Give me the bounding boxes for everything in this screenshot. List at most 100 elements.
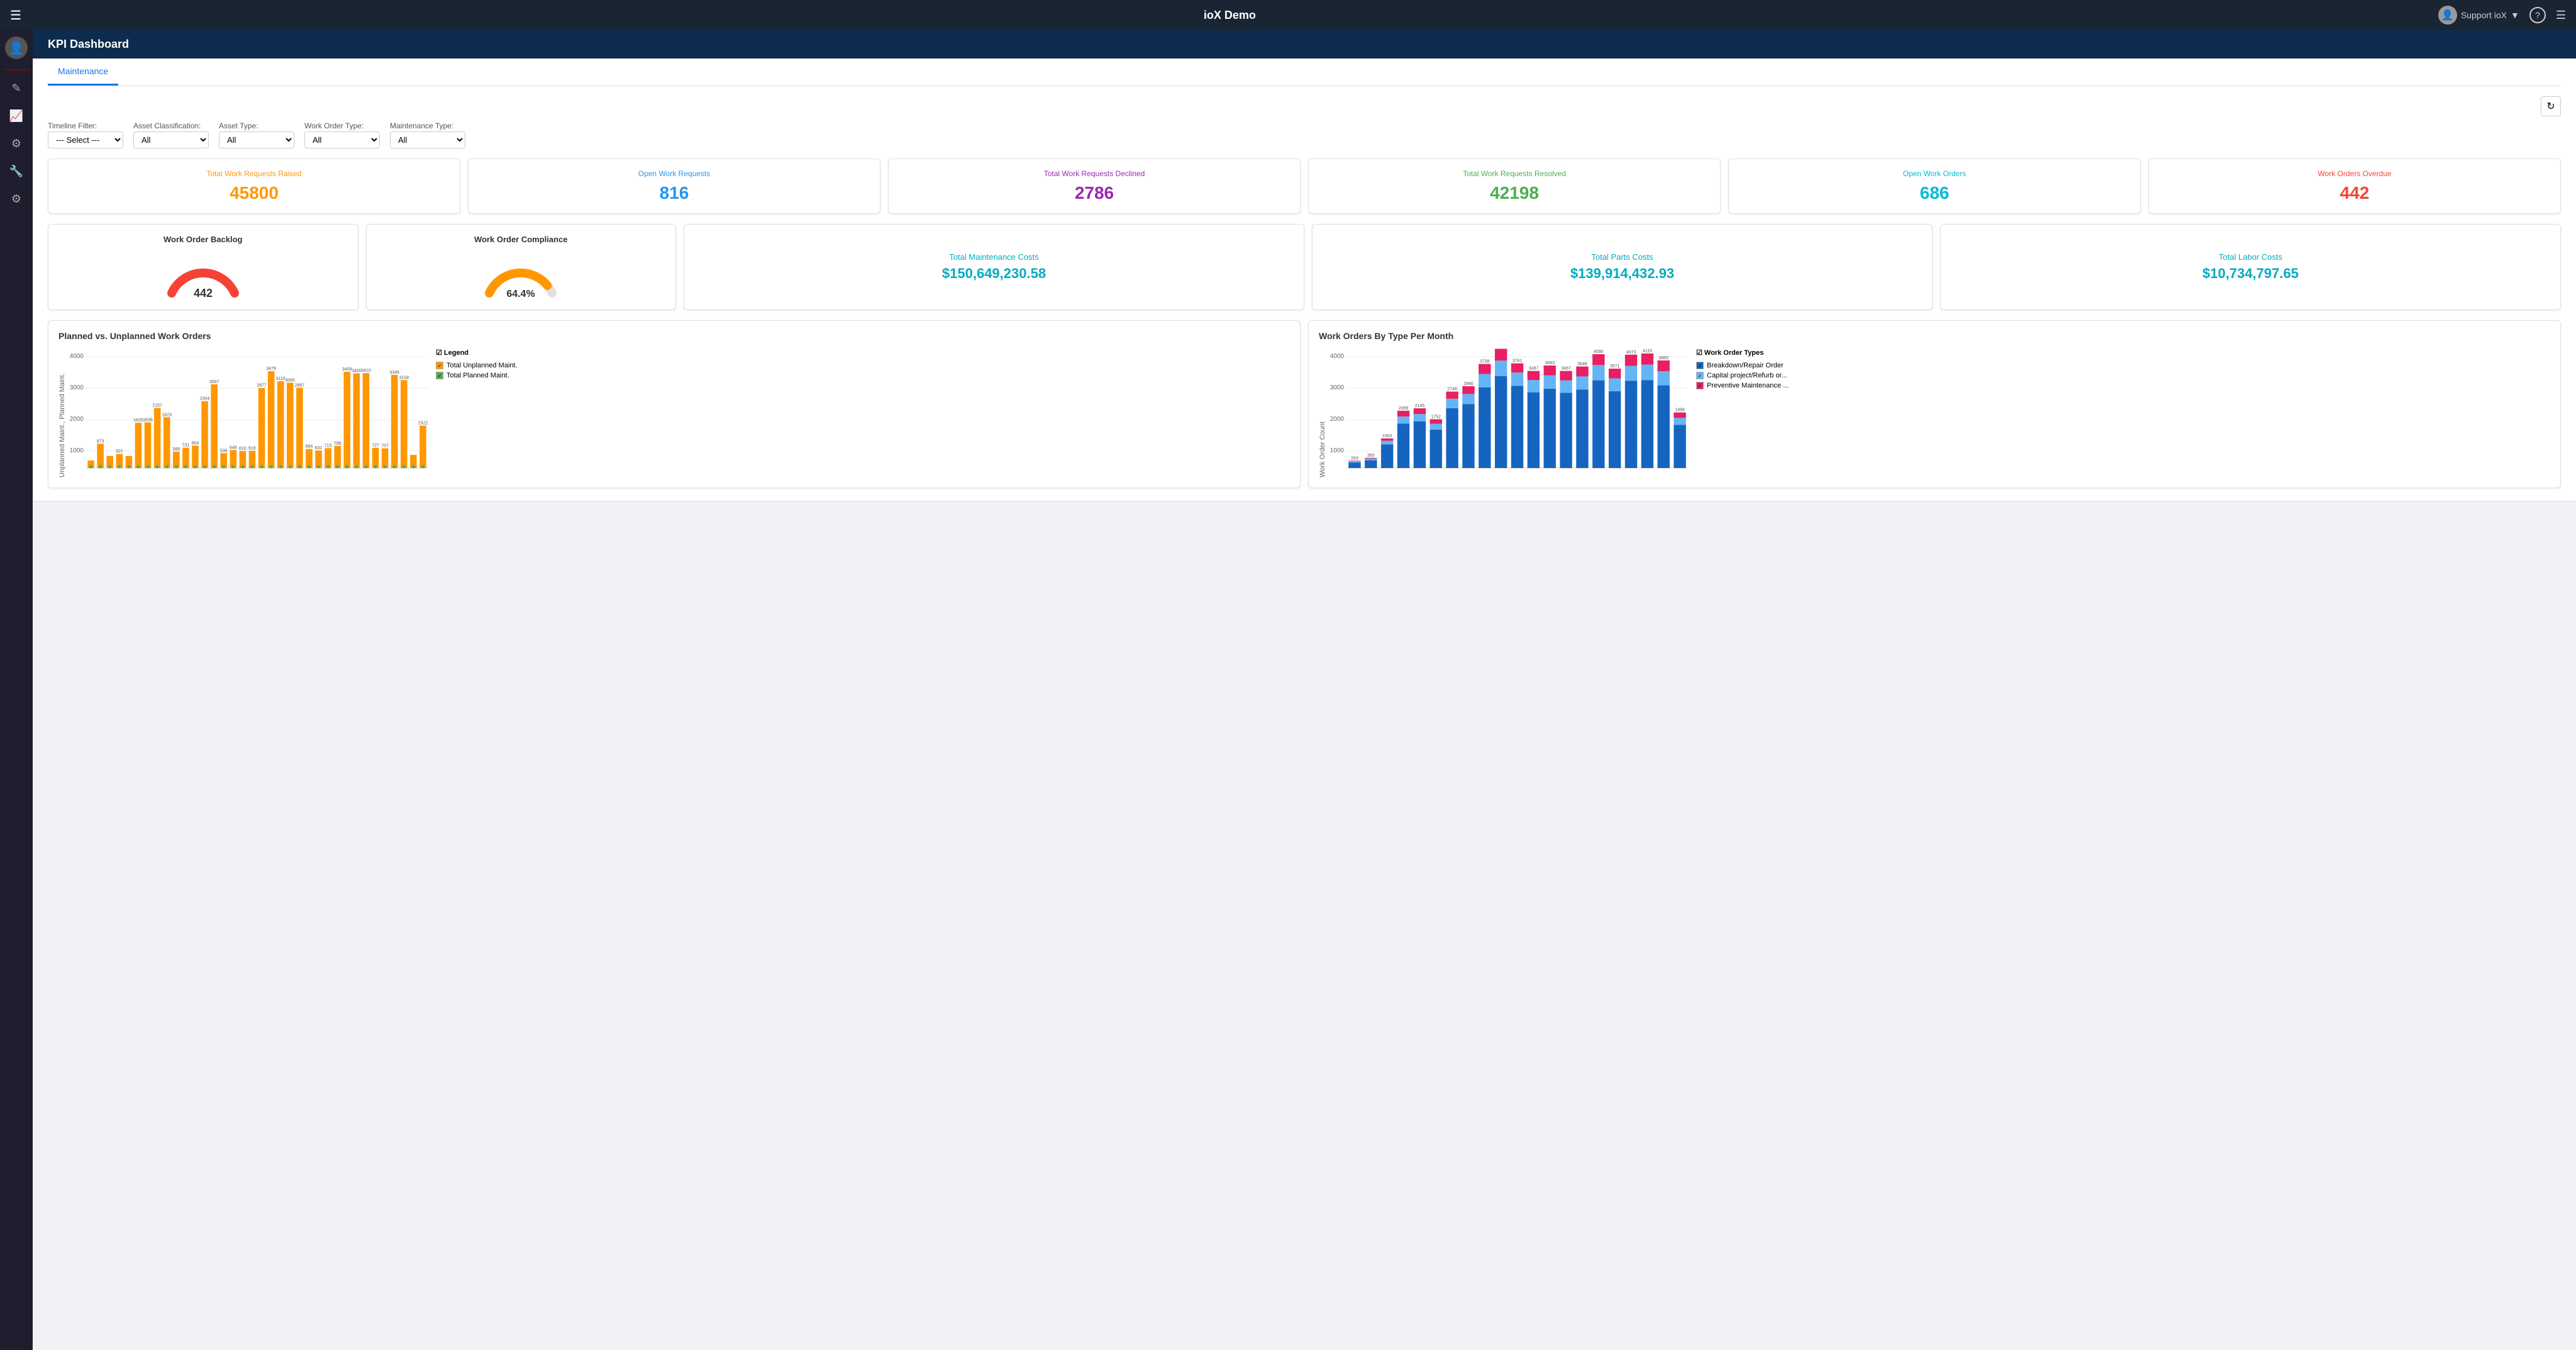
- svg-text:3158: 3158: [399, 376, 409, 380]
- kpi-row1: Total Work Requests Raised 45800 Open Wo…: [48, 159, 2561, 214]
- kpi-card-5: Work Orders Overdue 442: [2148, 159, 2561, 214]
- chart1-bar-unplanned-33: [401, 380, 408, 468]
- svg-text:4000: 4000: [70, 353, 84, 360]
- chart1-dot-planned-26: [336, 466, 339, 469]
- svg-text:727: 727: [372, 443, 379, 448]
- sidebar-item-gear2[interactable]: ⚙: [4, 131, 29, 156]
- sidebar-item-tools[interactable]: 🔧: [4, 159, 29, 184]
- chart1-bar-unplanned-6: [145, 423, 152, 468]
- kpi-value-4: 686: [1736, 183, 2133, 203]
- timeline-filter-select[interactable]: --- Select ---: [48, 131, 123, 148]
- chart1-dot-planned-16: [241, 466, 244, 469]
- refresh-button[interactable]: ↻: [2541, 96, 2561, 116]
- chart1-bar-unplanned-19: [268, 371, 275, 468]
- user-menu[interactable]: 👤 Support ioX ▼: [2438, 6, 2519, 25]
- chart1-dot-planned-18: [260, 466, 264, 469]
- chart1-bar-unplanned-5: [135, 423, 142, 468]
- kpi-label-5: Work Orders Overdue: [2157, 169, 2553, 178]
- legend-item-capital: ✓ Capital project/Refurb or...: [1696, 372, 1789, 379]
- maintenance-cost-value: $150,649,230.58: [942, 265, 1046, 282]
- help-button[interactable]: ?: [2529, 7, 2546, 23]
- svg-text:3738: 3738: [1480, 360, 1490, 364]
- svg-text:536: 536: [220, 449, 228, 453]
- svg-text:804: 804: [192, 441, 199, 445]
- main-content: KPI Dashboard Maintenance ↻ Timeline Fil…: [33, 30, 2576, 1350]
- chart2-area: 4000 3000 2000 1000 26336510632059214517…: [1326, 349, 1691, 477]
- svg-text:3761: 3761: [1513, 359, 1523, 364]
- work-order-type-select[interactable]: All: [304, 131, 380, 148]
- asset-classification-select[interactable]: All: [133, 131, 209, 148]
- page-title: KPI Dashboard: [48, 38, 129, 50]
- work-order-type-filter-group: Work Order Type: All: [304, 121, 380, 148]
- svg-text:731: 731: [182, 443, 190, 448]
- svg-text:3065: 3065: [286, 378, 296, 382]
- chart1-dot-planned-33: [402, 466, 406, 469]
- chart1-dot-planned-13: [213, 466, 216, 469]
- parts-cost-value: $139,914,432.93: [1570, 265, 1674, 282]
- svg-text:4115: 4115: [1643, 349, 1652, 354]
- hamburger-icon[interactable]: ☰: [10, 8, 21, 23]
- chart1-bar-unplanned-23: [306, 449, 313, 468]
- svg-text:263: 263: [1351, 456, 1358, 460]
- chart1-bar-unplanned-7: [154, 408, 161, 468]
- chart1-dot-planned-3: [118, 466, 121, 469]
- kpi-label-4: Open Work Orders: [1736, 169, 2133, 178]
- chart1-dot-planned-10: [184, 466, 187, 469]
- legend-box-planned: ✓: [436, 372, 443, 379]
- legend-label-preventive: Preventive Maintenance ...: [1707, 382, 1789, 389]
- labor-cost-label: Total Labor Costs: [2219, 252, 2282, 262]
- svg-text:3346: 3346: [389, 371, 399, 375]
- svg-text:3115: 3115: [276, 377, 286, 381]
- chart1-dot-planned-30: [374, 466, 377, 469]
- asset-classification-label: Asset Classification:: [133, 121, 209, 130]
- sidebar-item-settings[interactable]: ⚙: [4, 186, 29, 211]
- chart1-svg: 4000 3000 2000 1000 8735071625163821: [66, 349, 431, 474]
- legend-item-unplanned: ✓ Total Unplanned Maint.: [436, 362, 518, 369]
- sidebar-divider: [4, 69, 29, 70]
- maintenance-type-filter-group: Maintenance Type: All: [390, 121, 465, 148]
- chart1-dot-planned-25: [326, 466, 330, 469]
- svg-text:3683: 3683: [1545, 361, 1555, 365]
- chart1-bar-unplanned-8: [164, 417, 170, 468]
- chart1-bar-unplanned-22: [296, 388, 303, 468]
- chart1-bar-unplanned-29: [363, 373, 370, 468]
- chart1-dot-planned-8: [165, 466, 169, 469]
- svg-text:3479: 3479: [266, 367, 276, 371]
- compliance-gauge: 64.4%: [480, 249, 562, 299]
- maintenance-type-select[interactable]: All: [390, 131, 465, 148]
- tab-bar: Maintenance: [48, 59, 2561, 86]
- chart1-dot-planned-31: [384, 466, 387, 469]
- kpi-label-3: Total Work Requests Resolved: [1316, 169, 1713, 178]
- svg-text:3487: 3487: [1561, 367, 1571, 371]
- chart1-dot-planned-22: [298, 466, 301, 469]
- asset-classification-filter-group: Asset Classification: All: [133, 121, 209, 148]
- legend-box-capital: ✓: [1696, 372, 1704, 379]
- app-title: ioX Demo: [1204, 9, 1256, 22]
- svg-text:3007: 3007: [209, 380, 219, 384]
- legend-label-unplanned: Total Unplanned Maint.: [447, 362, 518, 369]
- chart2-legend: ☑ Work Order Types ✓ Breakdown/Repair Or…: [1696, 349, 1789, 477]
- sidebar-item-chart[interactable]: 📈: [4, 103, 29, 128]
- sidebar: 👤 ✎ 📈 ⚙ 🔧 ⚙: [0, 30, 33, 1350]
- asset-type-select[interactable]: All: [219, 131, 294, 148]
- svg-text:2145: 2145: [1415, 404, 1425, 408]
- app-menu-icon[interactable]: ☰: [2556, 9, 2566, 22]
- chart1-bar-unplanned-32: [391, 375, 398, 468]
- kpi-card-4: Open Work Orders 686: [1728, 159, 2141, 214]
- planned-vs-unplanned-chart: Planned vs. Unplanned Work Orders Unplan…: [48, 320, 1301, 488]
- chart1-bar-unplanned-27: [344, 372, 351, 468]
- chart1-dot-planned-2: [108, 466, 111, 469]
- legend-box-breakdown: ✓: [1696, 362, 1704, 369]
- chart1-dot-planned-29: [364, 466, 367, 469]
- work-order-type-label: Work Order Type:: [304, 121, 380, 130]
- total-maintenance-costs-card: Total Maintenance Costs $150,649,230.58: [684, 224, 1304, 310]
- legend-label-capital: Capital project/Refurb or...: [1707, 372, 1787, 379]
- sidebar-item-dashboard[interactable]: ✎: [4, 75, 29, 101]
- chart1-dot-planned-7: [156, 466, 159, 469]
- tab-maintenance[interactable]: Maintenance: [48, 59, 118, 86]
- svg-text:2940: 2940: [1463, 382, 1474, 386]
- legend-label-breakdown: Breakdown/Repair Order: [1707, 362, 1784, 369]
- kpi-label-2: Total Work Requests Declined: [896, 169, 1292, 178]
- kpi-card-1: Open Work Requests 816: [468, 159, 880, 214]
- svg-text:2877: 2877: [257, 384, 267, 388]
